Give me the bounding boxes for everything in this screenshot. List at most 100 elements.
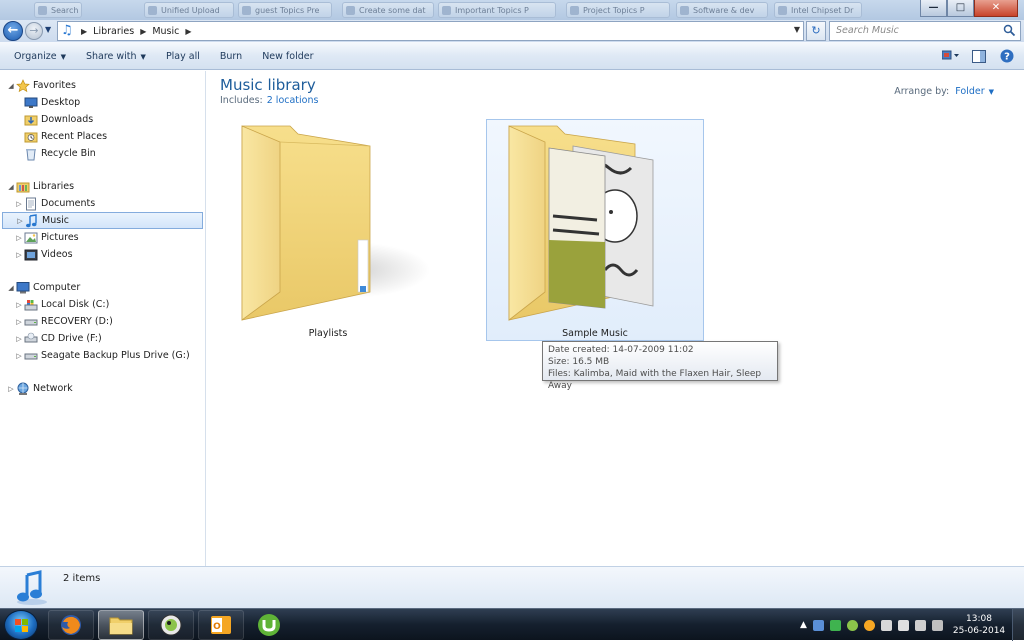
breadcrumb-libraries[interactable]: Libraries xyxy=(93,26,134,37)
change-view-button[interactable] xyxy=(940,46,962,66)
recent-pages-dropdown[interactable]: ▼ xyxy=(45,25,51,34)
nav-item-recovery[interactable]: ▷ RECOVERY (D:) xyxy=(0,313,205,330)
taskbar-firefox[interactable] xyxy=(48,610,94,640)
maximize-button[interactable]: □ xyxy=(947,0,974,17)
command-bar: Organize ▼ Share with ▼ Play all Burn New … xyxy=(0,42,1024,70)
chevron-down-icon: ▼ xyxy=(60,52,66,61)
clock[interactable]: 13:08 25-06-2014 xyxy=(950,613,1008,637)
nav-computer[interactable]: ◢ Computer xyxy=(0,279,205,296)
view-controls: ? xyxy=(940,46,1018,66)
search-input[interactable]: Search Music xyxy=(829,21,1021,41)
background-tab[interactable]: Intel Chipset Dr xyxy=(774,2,862,18)
nav-item-seagate[interactable]: ▷ Seagate Backup Plus Drive (G:) xyxy=(0,347,205,364)
tray-app-icon[interactable] xyxy=(829,619,841,631)
start-button[interactable] xyxy=(4,610,38,640)
background-tab[interactable]: Software & dev xyxy=(676,2,768,18)
nav-item-music[interactable]: ▷ Music xyxy=(2,212,203,229)
music-folder-icon xyxy=(508,125,654,321)
network-status-icon[interactable] xyxy=(914,619,926,631)
nav-item-label: Recent Places xyxy=(41,131,108,142)
address-dropdown-icon[interactable]: ▼ xyxy=(794,25,800,34)
search-icon[interactable] xyxy=(1003,24,1016,37)
arrange-by: Arrange by: Folder ▼ xyxy=(894,86,994,97)
nav-item-local-disk[interactable]: ▷ Local Disk (C:) xyxy=(0,296,205,313)
background-tab[interactable]: Project Topics P xyxy=(566,2,670,18)
includes-label: Includes: xyxy=(220,95,263,106)
background-tab[interactable]: Important Topics P xyxy=(438,2,556,18)
breadcrumb-chevron-icon[interactable]: ▶ xyxy=(140,27,146,36)
file-list-pane[interactable]: Music library Includes: 2 locations Arran… xyxy=(207,71,1024,566)
background-tab[interactable]: Unified Upload xyxy=(144,2,234,18)
volume-icon[interactable] xyxy=(931,619,943,631)
expand-arrow-icon[interactable]: ▷ xyxy=(15,318,23,326)
address-field[interactable]: ♫ ▶ Libraries ▶ Music ▶ ▼ xyxy=(57,21,804,41)
folder-item-playlists[interactable]: Playlists xyxy=(219,119,437,341)
expand-arrow-icon[interactable]: ▷ xyxy=(15,352,23,360)
collapse-arrow-icon[interactable]: ◢ xyxy=(7,284,15,292)
nav-item-desktop[interactable]: Desktop xyxy=(0,94,205,111)
folder-item-sample-music[interactable]: Sample Music xyxy=(486,119,704,341)
nav-item-pictures[interactable]: ▷ Pictures xyxy=(0,229,205,246)
burn-button[interactable]: Burn xyxy=(210,45,252,67)
arrange-by-label: Arrange by: xyxy=(894,86,950,97)
background-tab[interactable]: Create some dat xyxy=(342,2,434,18)
nav-network-label: Network xyxy=(33,383,73,394)
share-with-button[interactable]: Share with ▼ xyxy=(76,45,156,67)
music-note-icon xyxy=(17,570,47,605)
background-tab[interactable]: guest Topics Pre xyxy=(238,2,332,18)
taskbar: O ▲ 13:08 25-06-2014 xyxy=(0,608,1024,641)
tray-app-icon[interactable] xyxy=(897,619,909,631)
expand-arrow-icon[interactable]: ▷ xyxy=(15,200,23,208)
breadcrumb-chevron-icon[interactable]: ▶ xyxy=(185,27,191,36)
tray-app-icon[interactable] xyxy=(863,619,875,631)
minimize-button[interactable]: — xyxy=(920,0,947,17)
arrange-by-dropdown[interactable]: Folder xyxy=(955,86,984,97)
locations-link[interactable]: 2 locations xyxy=(267,95,319,106)
nav-item-label: Pictures xyxy=(41,232,79,243)
background-tab[interactable]: Search results xyxy=(34,2,82,18)
nav-item-downloads[interactable]: Downloads xyxy=(0,111,205,128)
folder-name: Playlists xyxy=(308,328,348,339)
tray-app-icon[interactable] xyxy=(812,619,824,631)
tray-expand-icon[interactable]: ▲ xyxy=(800,620,807,630)
refresh-button[interactable]: ↻ xyxy=(806,21,826,41)
forward-button[interactable]: → xyxy=(25,22,43,40)
refresh-icon: ↻ xyxy=(811,24,821,37)
tray-app-icon[interactable] xyxy=(846,619,858,631)
nav-network[interactable]: ▷ Network xyxy=(0,380,205,397)
back-button[interactable]: ← xyxy=(3,21,23,41)
expand-arrow-icon[interactable]: ▷ xyxy=(7,385,15,393)
breadcrumb-chevron-icon[interactable]: ▶ xyxy=(81,27,87,36)
collapse-arrow-icon[interactable]: ◢ xyxy=(7,82,15,90)
help-button[interactable]: ? xyxy=(996,46,1018,66)
nav-favorites[interactable]: ◢ Favorites xyxy=(0,77,205,94)
window-controls: — □ ✕ xyxy=(920,0,1018,18)
expand-arrow-icon[interactable]: ▷ xyxy=(16,217,24,225)
taskbar-utorrent[interactable] xyxy=(246,610,292,640)
play-all-button[interactable]: Play all xyxy=(156,45,210,67)
new-folder-button[interactable]: New folder xyxy=(252,45,323,67)
preview-pane-button[interactable] xyxy=(968,46,990,66)
collapse-arrow-icon[interactable]: ◢ xyxy=(7,183,15,191)
taskbar-media-app[interactable] xyxy=(148,610,194,640)
star-icon xyxy=(16,78,30,92)
show-desktop-button[interactable] xyxy=(1012,609,1024,641)
taskbar-outlook[interactable]: O xyxy=(198,610,244,640)
expand-arrow-icon[interactable]: ▷ xyxy=(15,251,23,259)
nav-item-videos[interactable]: ▷ Videos xyxy=(0,246,205,263)
organize-button[interactable]: Organize ▼ xyxy=(4,45,76,67)
expand-arrow-icon[interactable]: ▷ xyxy=(15,234,23,242)
nav-item-recent-places[interactable]: Recent Places xyxy=(0,128,205,145)
action-center-flag-icon[interactable] xyxy=(880,619,892,631)
nav-libraries[interactable]: ◢ Libraries xyxy=(0,178,205,195)
expand-arrow-icon[interactable]: ▷ xyxy=(15,335,23,343)
nav-item-cd-drive[interactable]: ▷ CD Drive (F:) xyxy=(0,330,205,347)
breadcrumb-music[interactable]: Music xyxy=(152,26,179,37)
nav-item-documents[interactable]: ▷ Documents xyxy=(0,195,205,212)
close-button[interactable]: ✕ xyxy=(974,0,1018,17)
svg-text:O: O xyxy=(213,622,221,632)
expand-arrow-icon[interactable]: ▷ xyxy=(15,301,23,309)
taskbar-explorer[interactable] xyxy=(98,610,144,640)
nav-item-recycle-bin[interactable]: Recycle Bin xyxy=(0,145,205,162)
chevron-down-icon[interactable]: ▼ xyxy=(989,88,994,96)
